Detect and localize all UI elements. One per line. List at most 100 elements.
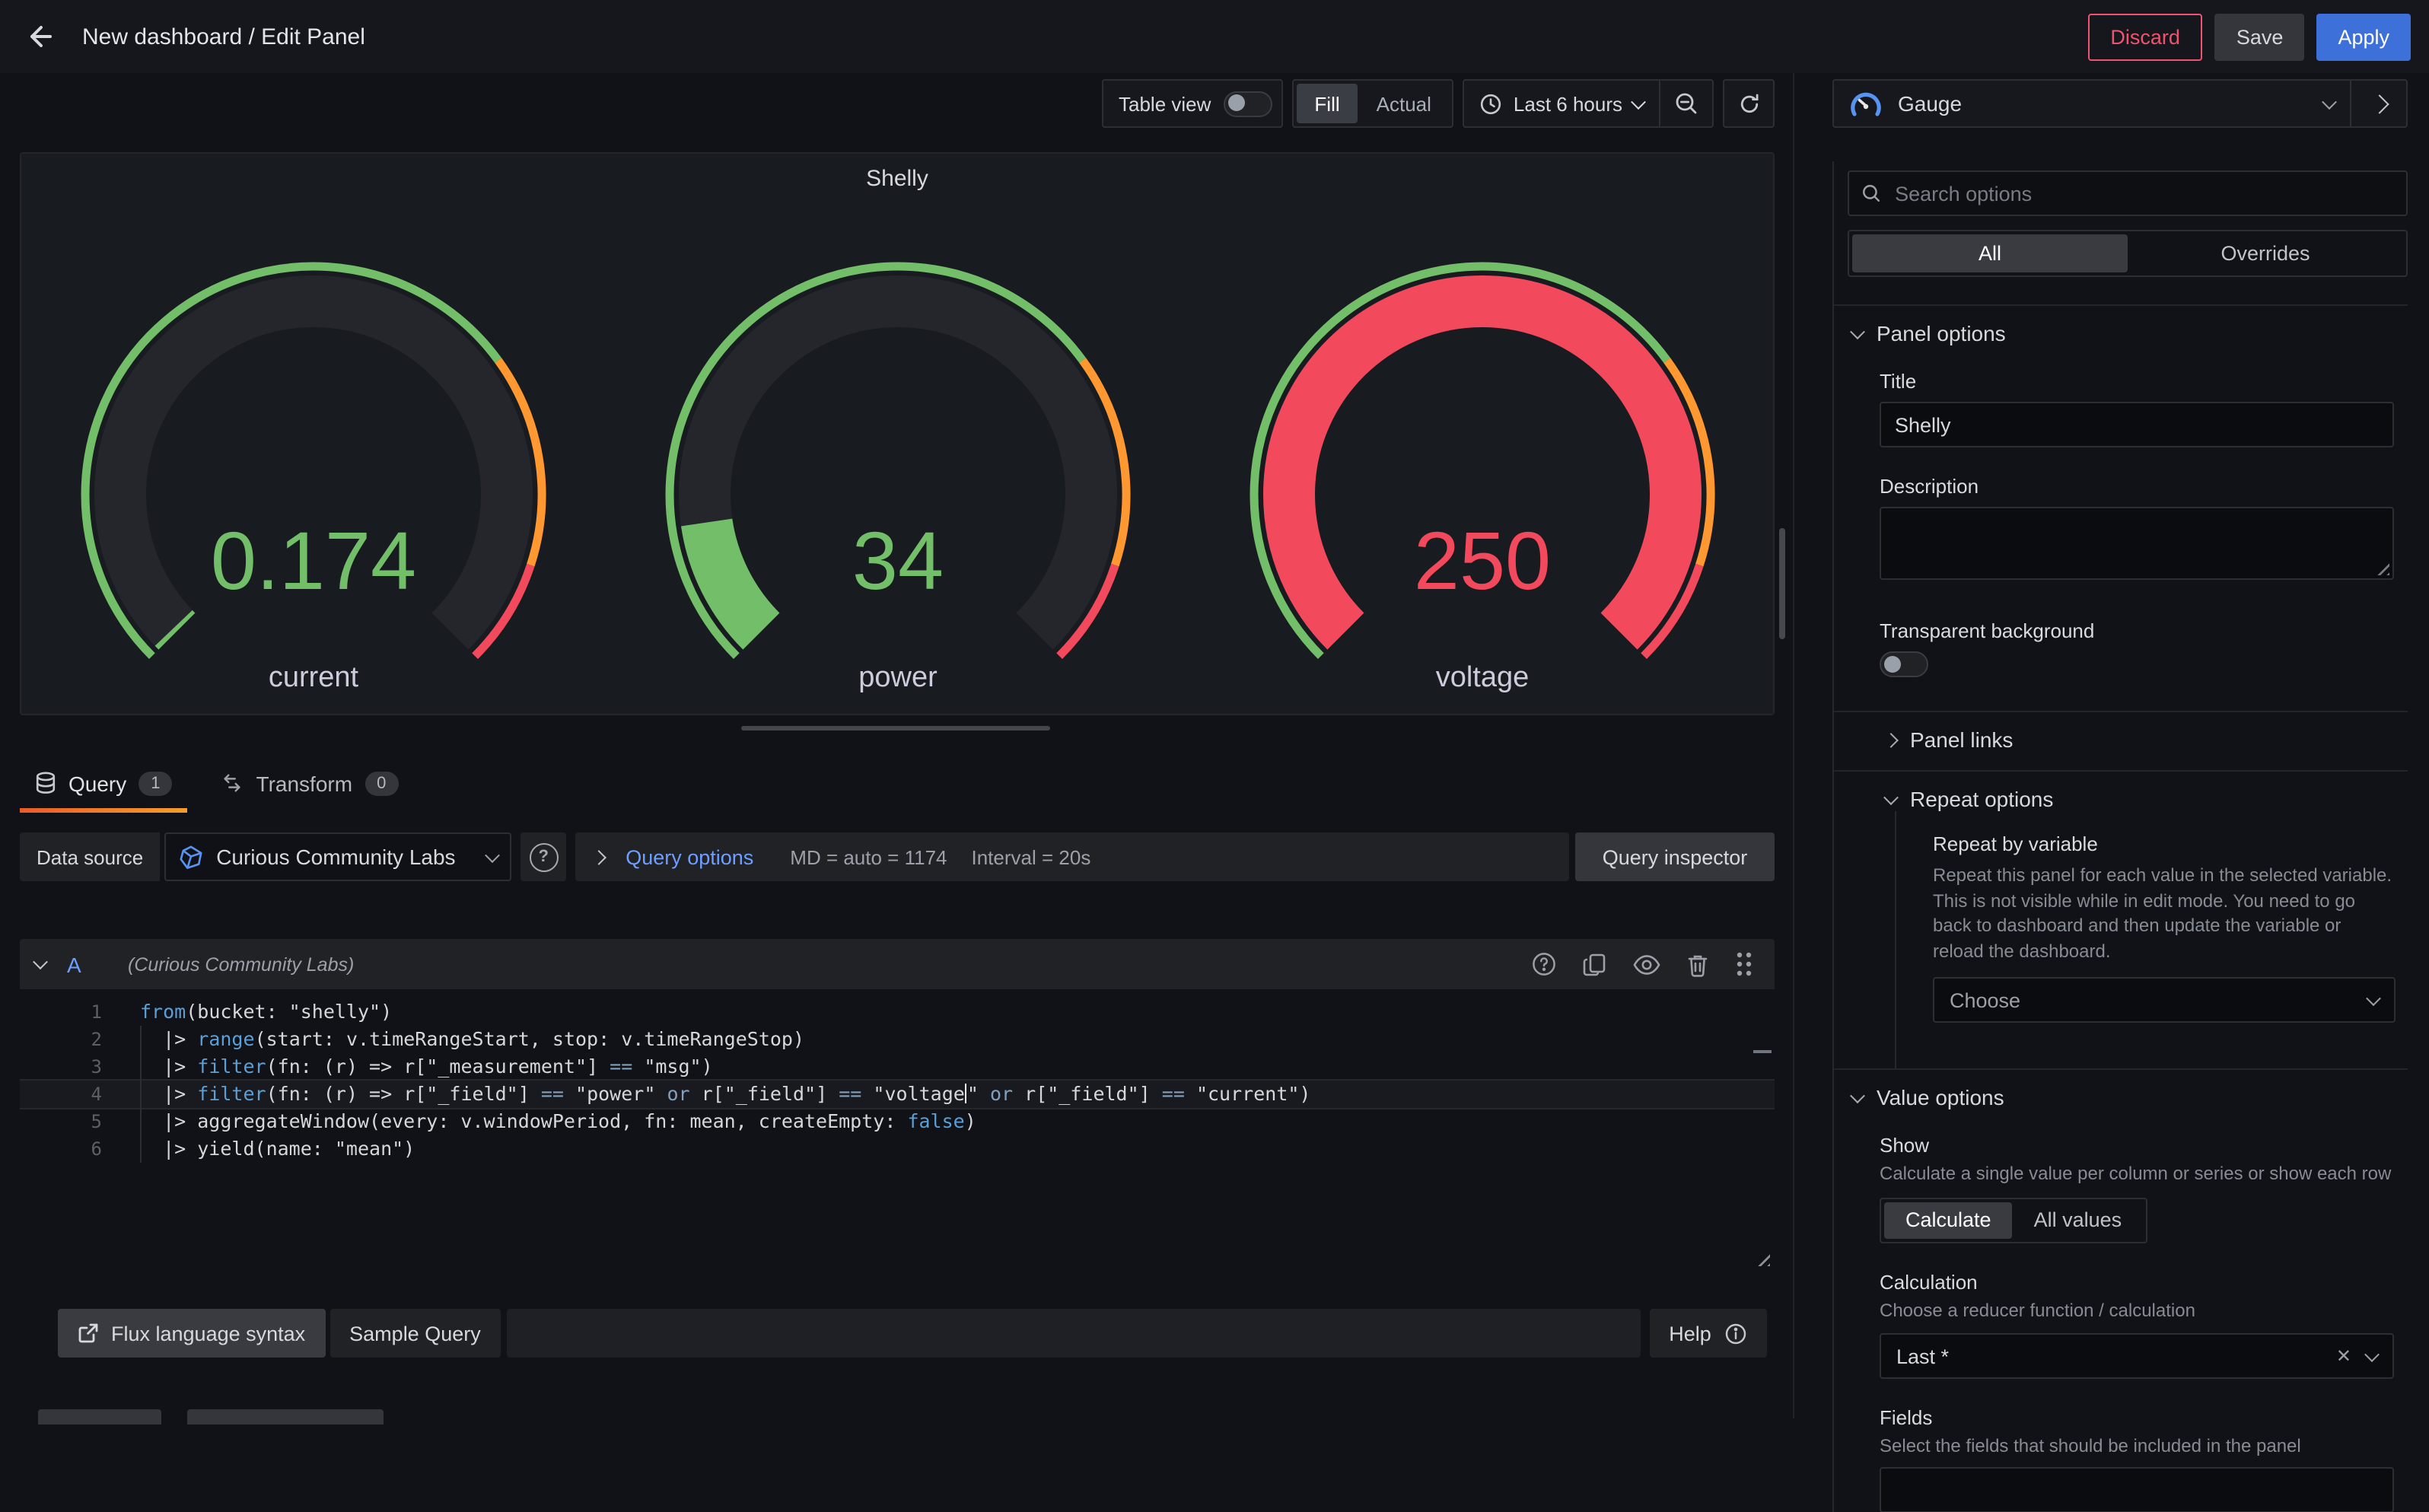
- sample-query-button[interactable]: Sample Query: [329, 1309, 501, 1358]
- fill-option[interactable]: Fill: [1296, 84, 1358, 123]
- options-filter-tabs: All Overrides: [1848, 230, 2408, 277]
- panel-links-section: Panel links: [1834, 711, 2408, 770]
- search-options-input[interactable]: [1892, 180, 2394, 206]
- collapse-query-icon[interactable]: [33, 954, 48, 969]
- content-scrollbar-thumb[interactable]: [1779, 528, 1785, 639]
- top-bar: New dashboard / Edit Panel Discard Save …: [0, 0, 2429, 73]
- transparent-background-toggle[interactable]: [1880, 651, 1928, 677]
- textarea-resize-grip[interactable]: [2376, 562, 2389, 575]
- panel-toolbar: Table view Fill Actual Last 6 hours: [1102, 79, 1775, 128]
- datasource-label: Data source: [20, 832, 160, 881]
- chevron-down-icon: [2322, 94, 2337, 109]
- editor-tabs: Query 1 Transform 0: [20, 758, 413, 808]
- all-values-option[interactable]: All values: [2013, 1202, 2144, 1238]
- refresh-icon: [1737, 92, 1760, 115]
- tab-transform-label: Transform: [256, 771, 353, 795]
- help-button[interactable]: Help: [1650, 1309, 1767, 1358]
- footer-strip: [507, 1309, 1641, 1358]
- actual-option[interactable]: Actual: [1358, 84, 1450, 123]
- zoom-out-button[interactable]: [1659, 81, 1712, 126]
- code-line[interactable]: 3 |> filter(fn: (r) => r["_measurement"]…: [20, 1053, 1775, 1081]
- calculate-option[interactable]: Calculate: [1884, 1202, 2013, 1238]
- query-editor-card: A (Curious Community Labs): [20, 939, 1775, 1271]
- table-view-label: Table view: [1119, 92, 1211, 115]
- query-header: A (Curious Community Labs): [20, 939, 1775, 989]
- apply-button[interactable]: Apply: [2316, 13, 2411, 60]
- visualization-select[interactable]: Gauge: [1834, 81, 2350, 126]
- datasource-select[interactable]: Curious Community Labs: [164, 832, 511, 881]
- chevron-down-icon: [1631, 94, 1646, 109]
- line-number: 4: [20, 1081, 102, 1108]
- tab-query[interactable]: Query 1: [20, 758, 188, 808]
- repeat-variable-select[interactable]: Choose: [1933, 977, 2396, 1023]
- influxdb-icon: [178, 844, 204, 870]
- line-number: 1: [20, 998, 102, 1026]
- help-label: Help: [1669, 1322, 1711, 1345]
- panel-resize-handle[interactable]: [741, 726, 1050, 731]
- editor-resize-grip[interactable]: [1755, 1251, 1770, 1266]
- info-icon: [1725, 1322, 1748, 1345]
- gauge-label: current: [269, 662, 358, 696]
- panel-title[interactable]: Shelly: [21, 154, 1773, 193]
- repeat-options-title: Repeat options: [1910, 787, 2053, 811]
- tab-overrides[interactable]: Overrides: [2128, 234, 2403, 272]
- calculation-select[interactable]: Last * ✕: [1880, 1333, 2394, 1379]
- save-button[interactable]: Save: [2215, 13, 2305, 60]
- calculation-label: Calculation: [1880, 1270, 2408, 1293]
- query-options-bar[interactable]: Query options MD = auto = 1174 Interval …: [575, 832, 1569, 881]
- database-icon: [35, 772, 56, 794]
- value-options-header[interactable]: Value options: [1848, 1070, 2408, 1109]
- back-arrow-icon[interactable]: [18, 15, 61, 58]
- panel-options-title: Panel options: [1877, 321, 2006, 345]
- visualization-picker: Gauge: [1832, 79, 2408, 128]
- flux-syntax-button[interactable]: Flux language syntax: [58, 1309, 325, 1358]
- table-view-toggle[interactable]: [1223, 91, 1272, 116]
- tab-all[interactable]: All: [1852, 234, 2128, 272]
- query-inspector-button[interactable]: Query inspector: [1575, 832, 1775, 881]
- panel-options-header[interactable]: Panel options: [1848, 306, 2408, 345]
- time-range-picker[interactable]: Last 6 hours: [1465, 81, 1659, 126]
- search-options-box: [1848, 170, 2408, 216]
- add-expression-button-cutoff[interactable]: [187, 1409, 384, 1424]
- code-line[interactable]: 1from(bucket: "shelly"): [20, 998, 1775, 1026]
- line-number: 5: [20, 1108, 102, 1135]
- clear-icon[interactable]: ✕: [2336, 1345, 2351, 1367]
- description-textarea[interactable]: [1880, 507, 2394, 580]
- gauge-value: 250: [1414, 514, 1551, 606]
- query-help-icon[interactable]: [1531, 951, 1557, 977]
- chevron-right-icon: [591, 849, 606, 864]
- delete-query-icon[interactable]: [1686, 952, 1709, 976]
- code-line[interactable]: 2 |> range(start: v.timeRangeStart, stop…: [20, 1026, 1775, 1053]
- query-ref-id[interactable]: A: [67, 952, 88, 976]
- collapse-options-button[interactable]: [2350, 81, 2406, 126]
- add-query-button-cutoff[interactable]: [38, 1409, 161, 1424]
- gauge-value: 34: [852, 514, 944, 606]
- code-line[interactable]: 6 |> yield(name: "mean"): [20, 1135, 1775, 1163]
- interval-value: Interval = 20s: [972, 845, 1091, 868]
- tab-transform[interactable]: Transform 0: [206, 758, 414, 808]
- panel-links-header[interactable]: Panel links: [1848, 712, 2408, 770]
- time-range-group: Last 6 hours: [1463, 79, 1714, 128]
- chevron-down-icon: [1850, 1087, 1865, 1103]
- panel-preview: Shelly 0.174current34power250voltage: [20, 152, 1775, 715]
- grafana-edit-panel: New dashboard / Edit Panel Discard Save …: [0, 0, 2429, 1418]
- repeat-options-header[interactable]: Repeat options: [1848, 772, 2408, 811]
- repeat-options-body: Repeat by variable Repeat this panel for…: [1895, 811, 2408, 1068]
- description-label: Description: [1880, 475, 2408, 498]
- hide-query-icon[interactable]: [1633, 953, 1660, 975]
- repeat-by-variable-desc: Repeat this panel for each value in the …: [1933, 863, 2396, 963]
- datasource-help-button[interactable]: ?: [520, 832, 566, 881]
- duplicate-query-icon[interactable]: [1583, 952, 1607, 976]
- transform-icon: [221, 772, 244, 794]
- query-options-link[interactable]: Query options: [626, 845, 753, 868]
- code-line[interactable]: 5 |> aggregateWindow(every: v.windowPeri…: [20, 1108, 1775, 1135]
- code-line[interactable]: 4 |> filter(fn: (r) => r["_field"] == "p…: [20, 1081, 1775, 1108]
- refresh-button[interactable]: [1723, 79, 1775, 128]
- title-input[interactable]: [1880, 402, 2394, 447]
- discard-button[interactable]: Discard: [2087, 13, 2203, 60]
- flux-code-editor[interactable]: 1from(bucket: "shelly")2 |> range(start:…: [20, 989, 1775, 1271]
- transparent-background-label: Transparent background: [1880, 619, 2408, 642]
- drag-handle-icon[interactable]: [1735, 951, 1753, 977]
- fields-select[interactable]: [1880, 1466, 2394, 1512]
- repeat-by-variable-label: Repeat by variable: [1933, 832, 2408, 855]
